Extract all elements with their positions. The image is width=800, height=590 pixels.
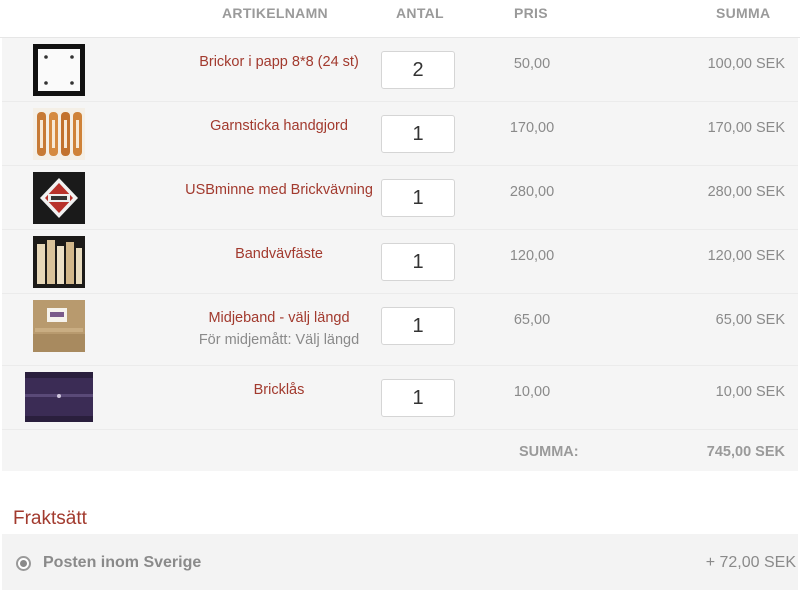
cart-row: USBminne med Brickvävning 280,00 280,00 … <box>2 166 798 230</box>
tablet-lock-thumbnail[interactable] <box>25 372 93 422</box>
product-variant: För midjemått: Välj längd <box>198 332 360 348</box>
product-name-link[interactable]: Garnsticka handgjord <box>170 118 388 134</box>
column-header-price: PRIS <box>514 5 548 21</box>
column-header-sum: SUMMA <box>716 5 771 21</box>
shipping-option-posten[interactable]: Posten inom Sverige + 72,00 SEK <box>2 534 798 590</box>
shipping-option-label: Posten inom Sverige <box>43 554 202 571</box>
line-total: 10,00 SEK <box>715 384 785 400</box>
cart-row: Brickor i papp 8*8 (24 st) 50,00 100,00 … <box>2 38 798 102</box>
line-total: 100,00 SEK <box>707 56 785 72</box>
product-name-link[interactable]: USBminne med Brickvävning <box>170 182 388 198</box>
band-loom-holder-thumbnail[interactable] <box>33 236 85 288</box>
unit-price: 170,00 <box>509 120 555 136</box>
shipping-section-title: Fraktsätt <box>13 508 87 529</box>
quantity-input[interactable] <box>381 115 455 153</box>
unit-price: 280,00 <box>509 184 555 200</box>
radio-selected-icon[interactable] <box>16 556 31 571</box>
wooden-shuttles-thumbnail[interactable] <box>33 108 85 160</box>
line-total: 65,00 SEK <box>715 312 785 328</box>
waistband-thumbnail[interactable] <box>33 300 85 352</box>
cart-row: Bricklås 10,00 10,00 SEK <box>2 366 798 430</box>
quantity-input[interactable] <box>381 307 455 345</box>
line-total: 280,00 SEK <box>707 184 785 200</box>
unit-price: 120,00 <box>509 248 555 264</box>
cart-table-body: Brickor i papp 8*8 (24 st) 50,00 100,00 … <box>2 38 798 471</box>
product-name-link[interactable]: Midjeband - välj längd <box>170 310 388 326</box>
unit-price: 10,00 <box>513 384 551 400</box>
cart-table-header: ARTIKELNAMN ANTAL PRIS SUMMA <box>0 0 800 38</box>
product-name-link[interactable]: Bricklås <box>170 382 388 398</box>
unit-price: 50,00 <box>513 56 551 72</box>
column-header-name: ARTIKELNAMN <box>222 5 328 21</box>
white-cardboard-tablet-thumbnail[interactable] <box>33 44 85 96</box>
cart-total-value: 745,00 SEK <box>706 444 785 460</box>
shipping-option-price: + 72,00 SEK <box>705 554 796 571</box>
cart-row: Garnsticka handgjord 170,00 170,00 SEK <box>2 102 798 166</box>
quantity-input[interactable] <box>381 243 455 281</box>
product-name-link[interactable]: Bandvävfäste <box>170 246 388 262</box>
column-header-qty: ANTAL <box>396 5 444 21</box>
quantity-input[interactable] <box>381 179 455 217</box>
product-name-link[interactable]: Brickor i papp 8*8 (24 st) <box>170 54 388 70</box>
quantity-input[interactable] <box>381 379 455 417</box>
cart-row: Midjeband - välj längd För midjemått: Vä… <box>2 294 798 366</box>
cart-row: Bandvävfäste 120,00 120,00 SEK <box>2 230 798 294</box>
usb-stick-thumbnail[interactable] <box>33 172 85 224</box>
line-total: 120,00 SEK <box>707 248 785 264</box>
cart-total-label: SUMMA: <box>519 444 579 460</box>
unit-price: 65,00 <box>513 312 551 328</box>
quantity-input[interactable] <box>381 51 455 89</box>
line-total: 170,00 SEK <box>707 120 785 136</box>
